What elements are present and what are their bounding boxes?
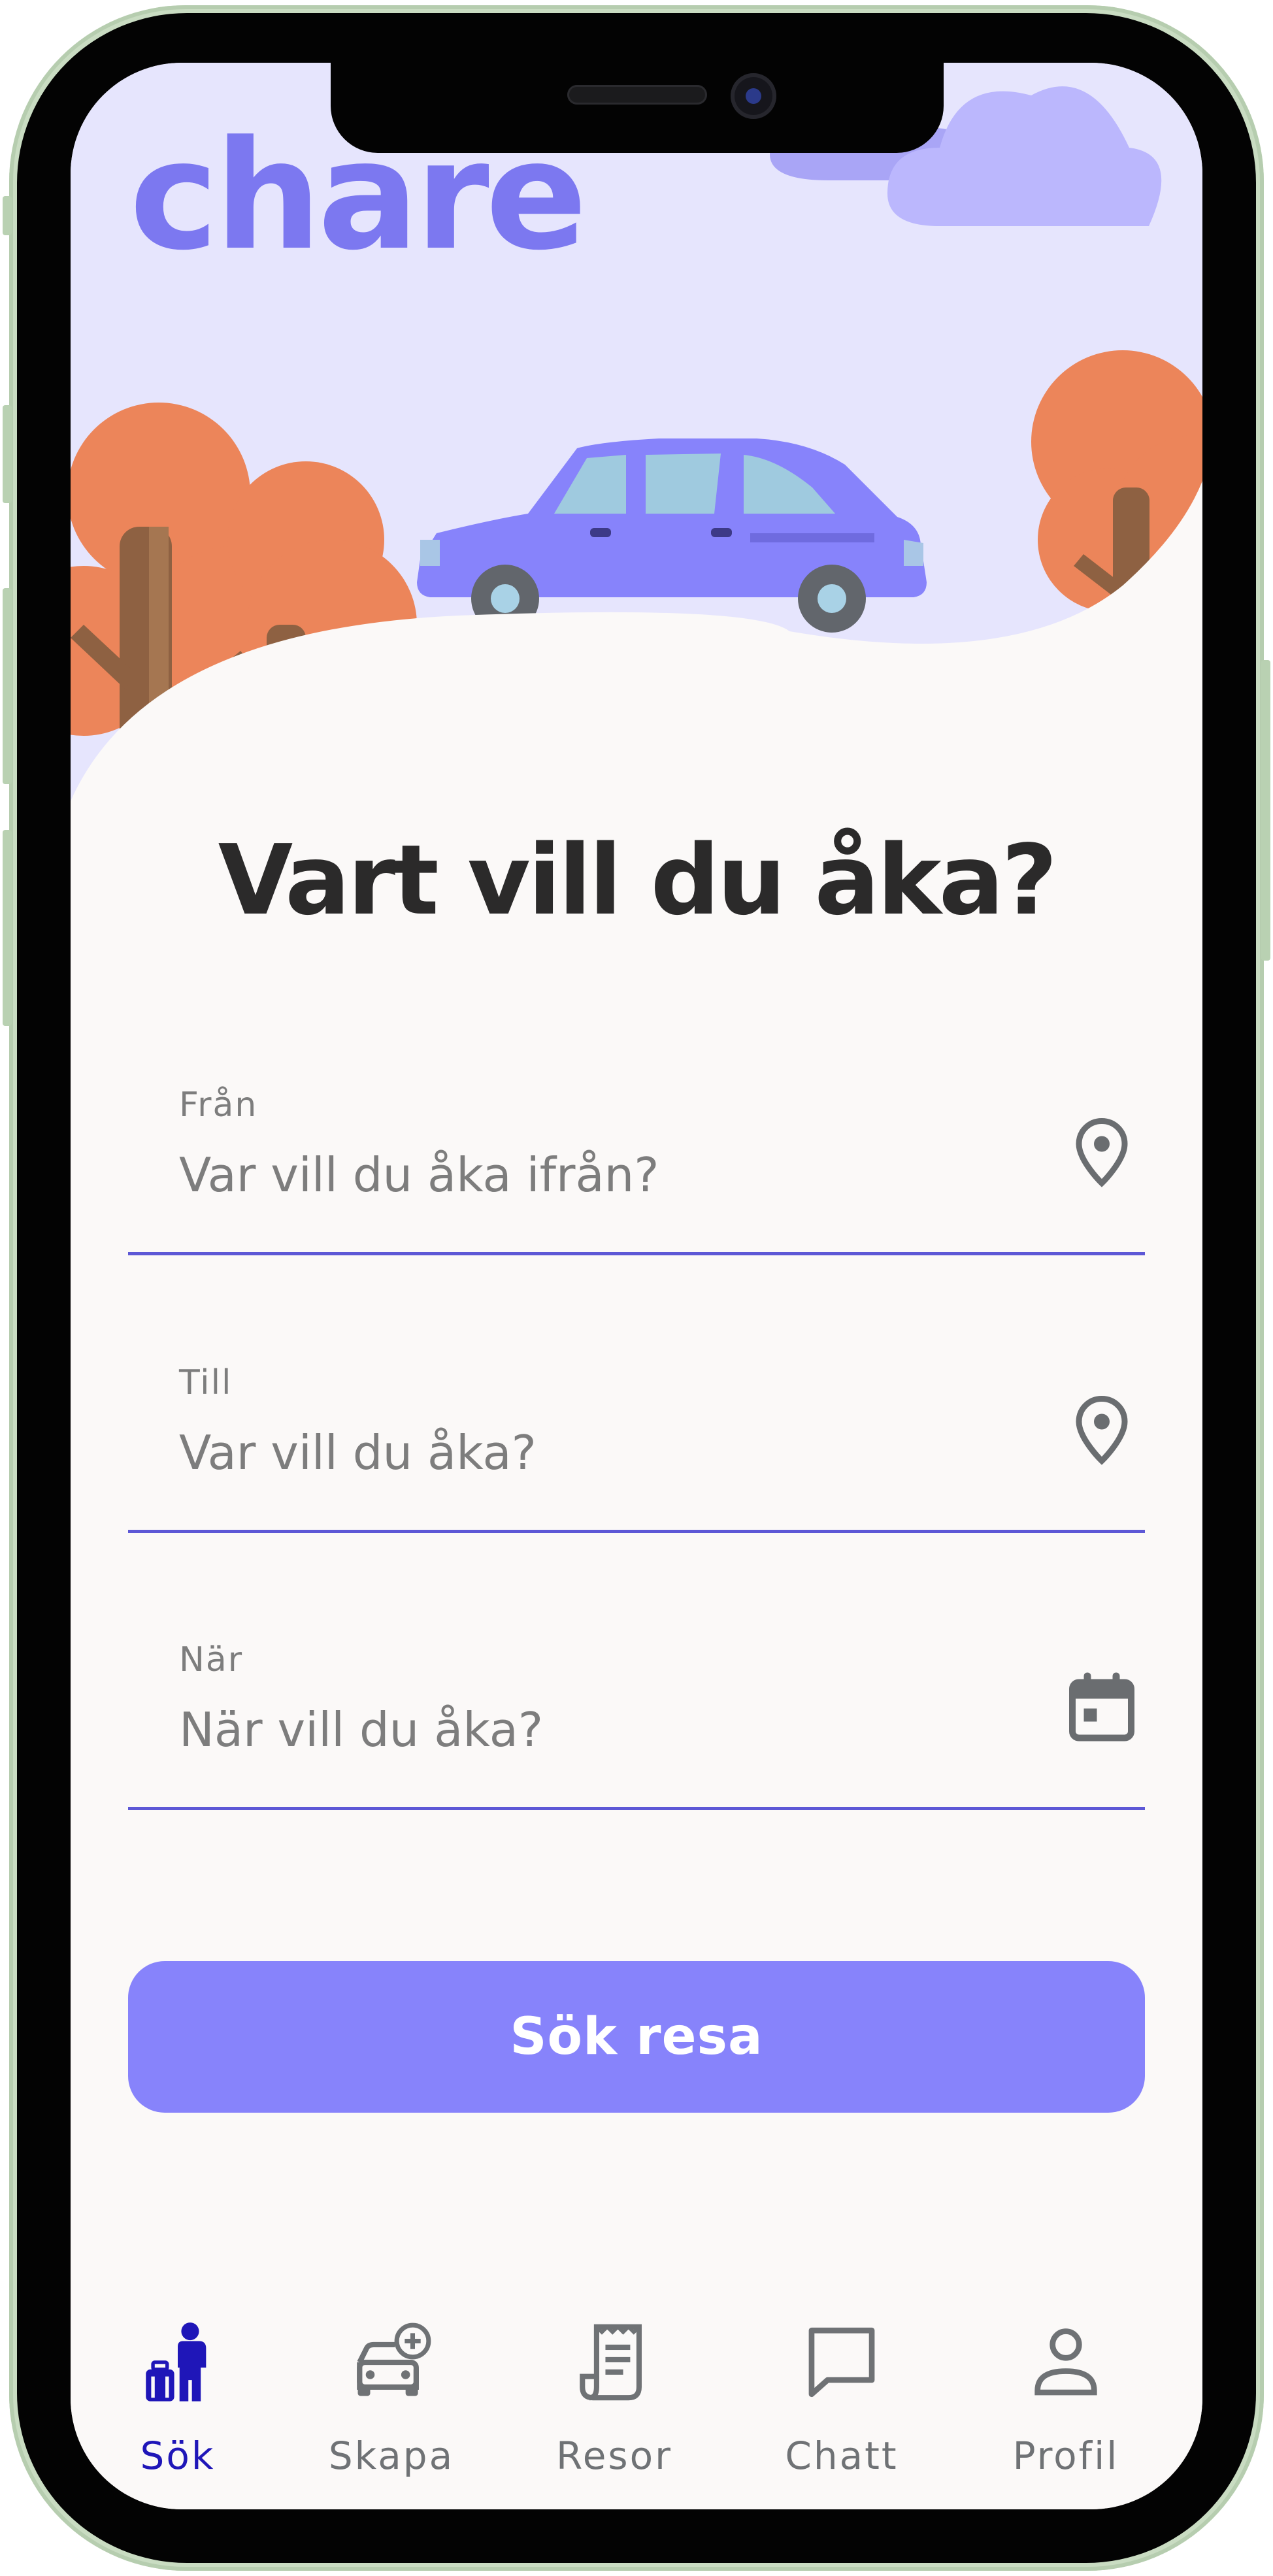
phone-volume-down-button — [3, 588, 12, 784]
page-title: Vart vill du åka? — [218, 824, 1058, 936]
to-field[interactable]: Till — [128, 1363, 1145, 1533]
receipt-icon — [580, 2324, 642, 2401]
when-field-label: När — [179, 1640, 244, 1679]
phone-notch — [331, 63, 944, 153]
nav-item-resor[interactable]: Resor — [516, 2311, 712, 2509]
bottom-navigation: Sök Skapa Resor Chatt Profil — [71, 2311, 1202, 2509]
phone-side-button — [3, 196, 12, 235]
from-field-label: Från — [179, 1085, 258, 1125]
nav-label-profil: Profil — [1012, 2434, 1119, 2478]
front-camera — [731, 73, 776, 119]
nav-label-chatt: Chatt — [785, 2434, 899, 2478]
person-icon — [1034, 2328, 1097, 2396]
nav-item-chatt[interactable]: Chatt — [744, 2311, 940, 2509]
hero-illustration: chare — [71, 63, 1202, 880]
from-field[interactable]: Från — [128, 1085, 1145, 1255]
to-field-label: Till — [179, 1363, 233, 1402]
from-input[interactable] — [175, 1139, 993, 1211]
nav-label-resor: Resor — [556, 2434, 672, 2478]
location-pin-icon[interactable] — [1063, 1391, 1141, 1469]
chat-bubble-icon — [808, 2327, 875, 2398]
when-field[interactable]: När — [128, 1640, 1145, 1810]
phone-power-button — [1261, 660, 1270, 961]
app-screen: chare Vart vill du åka? Från Till När — [71, 63, 1202, 2509]
phone-volume-button — [3, 830, 12, 1026]
calendar-icon[interactable] — [1063, 1668, 1141, 1746]
car-add-icon — [357, 2322, 431, 2396]
nav-item-sok[interactable]: Sök — [80, 2311, 276, 2509]
nav-label-skapa: Skapa — [328, 2434, 455, 2478]
nav-label-sok: Sök — [140, 2434, 216, 2478]
traveler-luggage-icon — [146, 2322, 207, 2402]
nav-item-skapa[interactable]: Skapa — [293, 2311, 489, 2509]
earpiece-speaker — [567, 85, 707, 105]
location-pin-icon[interactable] — [1063, 1113, 1141, 1191]
phone-volume-up-button — [3, 405, 12, 503]
when-input[interactable] — [175, 1694, 993, 1766]
to-input[interactable] — [175, 1417, 993, 1489]
search-trip-button[interactable]: Sök resa — [128, 1961, 1145, 2113]
nav-item-profil[interactable]: Profil — [968, 2311, 1164, 2509]
